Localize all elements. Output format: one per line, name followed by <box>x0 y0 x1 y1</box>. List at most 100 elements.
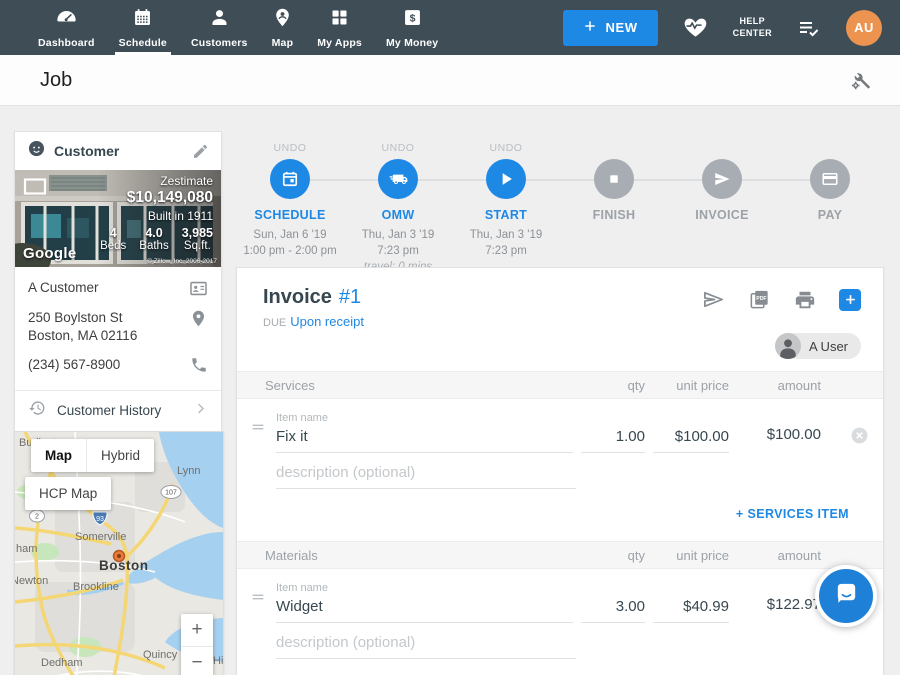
job-tools-icon[interactable] <box>849 69 872 92</box>
nav-label: Map <box>272 37 294 49</box>
pay-step-button[interactable] <box>810 159 850 199</box>
drag-handle-icon[interactable] <box>250 419 276 453</box>
price-column-header: unit price <box>653 378 729 393</box>
customer-card-title: Customer <box>54 143 184 159</box>
plus-icon <box>583 19 597 36</box>
assigned-user-chip[interactable]: A User <box>775 333 861 359</box>
assignee-avatar-icon <box>775 333 801 359</box>
undo-link[interactable]: UNDO <box>274 142 307 154</box>
job-location-pin[interactable] <box>114 551 125 562</box>
nav-label: My Apps <box>317 37 362 49</box>
material-qty-input[interactable] <box>581 595 645 623</box>
invoice-step-button[interactable] <box>702 159 742 199</box>
customer-name: A Customer <box>28 279 189 297</box>
timeline-step-pay: PAY <box>776 142 884 275</box>
svg-text:PDF: PDF <box>756 296 766 302</box>
step-label: SCHEDULE <box>254 208 325 222</box>
send-invoice-icon[interactable] <box>702 288 725 311</box>
timeline-step-finish: FINISH <box>560 142 668 275</box>
service-description-input[interactable] <box>276 461 576 489</box>
chat-bubble-icon <box>833 580 860 612</box>
history-icon <box>28 399 46 422</box>
page-title: Job <box>40 69 72 92</box>
hcp-map-button[interactable]: HCP Map <box>25 477 111 510</box>
invoice-due: DUEUpon receipt <box>263 314 861 329</box>
chat-launcher-button[interactable] <box>815 565 877 627</box>
edit-pencil-icon[interactable] <box>192 143 209 160</box>
customer-phone-row: (234) 567-8900 <box>28 356 208 374</box>
property-photo[interactable]: Zestimate $10,149,080 Built in 1911 4Bed… <box>15 170 221 267</box>
service-qty-input[interactable] <box>581 425 645 453</box>
customers-icon <box>209 7 230 33</box>
pdf-icon[interactable]: PDF <box>748 288 771 311</box>
nav-items: Dashboard Schedule Customers Map My Apps… <box>0 0 450 55</box>
nav-item-my-money[interactable]: $ My Money <box>374 0 450 55</box>
material-unit-price-input[interactable] <box>653 595 729 623</box>
zestimate-overlay: Zestimate $10,149,080 Built in 1911 4Bed… <box>100 174 213 252</box>
nav-item-schedule[interactable]: Schedule <box>107 0 179 55</box>
invoice-number[interactable]: #1 <box>339 286 361 309</box>
map-type-map-button[interactable]: Map <box>31 439 86 472</box>
zoom-out-button[interactable]: − <box>181 646 213 675</box>
property-stats: 4Beds 4.0Baths 3,985Sq.ft. <box>100 226 213 252</box>
nav-item-map[interactable]: Map <box>260 0 306 55</box>
step-label: INVOICE <box>695 208 749 222</box>
new-button[interactable]: NEW <box>563 10 657 46</box>
contact-card-icon[interactable] <box>189 279 208 298</box>
map-label-quincy: Quincy <box>143 649 178 661</box>
qty-column-header: qty <box>581 548 645 563</box>
material-description-input[interactable] <box>276 631 576 659</box>
baths-label: Baths <box>139 240 168 252</box>
finish-step-button[interactable] <box>594 159 634 199</box>
add-services-item-link[interactable]: + SERVICES ITEM <box>736 507 849 521</box>
nav-item-dashboard[interactable]: Dashboard <box>26 0 107 55</box>
omw-step-button[interactable] <box>378 159 418 199</box>
start-step-button[interactable] <box>486 159 526 199</box>
item-name-label: Item name <box>276 582 573 594</box>
customer-phone: (234) 567-8900 <box>28 356 190 374</box>
remove-item-icon[interactable] <box>850 426 869 445</box>
top-navbar: Dashboard Schedule Customers Map My Apps… <box>0 0 900 55</box>
service-unit-price-input[interactable] <box>653 425 729 453</box>
nav-item-my-apps[interactable]: My Apps <box>305 0 374 55</box>
map-label-somerville: Somerville <box>75 531 126 543</box>
add-invoice-item-button[interactable] <box>839 289 861 311</box>
materials-section-header: Materials qty unit price amount <box>237 541 883 569</box>
undo-link[interactable]: UNDO <box>490 142 523 154</box>
print-icon[interactable] <box>794 289 816 311</box>
map-label-lynn: Lynn <box>177 465 200 477</box>
nav-label: Schedule <box>119 37 167 49</box>
dashboard-icon <box>56 7 77 33</box>
invoice-header: Invoice #1 PDF DUEUpon receipt A User <box>237 268 883 371</box>
map-type-hybrid-button[interactable]: Hybrid <box>86 439 154 472</box>
step-dates: Sun, Jan 6 '191:00 pm - 2:00 pm <box>243 227 336 259</box>
step-dates: Thu, Jan 3 '197:23 pm <box>470 227 543 259</box>
checklist-icon[interactable] <box>797 16 821 40</box>
undo-link[interactable]: UNDO <box>382 142 415 154</box>
customer-name-row: A Customer <box>28 279 208 298</box>
user-avatar[interactable]: AU <box>846 10 882 46</box>
route-badge-107: 107 <box>165 490 177 497</box>
phone-icon[interactable] <box>190 356 208 374</box>
help-center-link[interactable]: HELP CENTER <box>733 16 772 39</box>
service-item-row: Item name $100.00 <box>237 399 883 453</box>
material-item-name-input[interactable] <box>276 595 573 623</box>
schedule-icon <box>132 7 153 33</box>
due-value-link[interactable]: Upon receipt <box>290 314 364 329</box>
streetview-frame-icon[interactable] <box>23 177 47 201</box>
zestimate-label: Zestimate <box>100 174 213 188</box>
sqft-value: 3,985 <box>182 226 213 240</box>
material-amount: $122.97 <box>737 596 821 623</box>
nav-label: My Money <box>386 37 438 49</box>
schedule-step-button[interactable] <box>270 159 310 199</box>
zoom-in-button[interactable]: + <box>181 614 213 646</box>
drag-handle-icon[interactable] <box>250 589 276 623</box>
customer-history-row[interactable]: Customer History <box>15 391 221 431</box>
nav-item-customers[interactable]: Customers <box>179 0 260 55</box>
map-zoom-control: + − <box>181 614 213 675</box>
customer-face-icon <box>27 139 46 163</box>
health-heart-icon[interactable] <box>683 15 708 40</box>
location-pin-icon[interactable] <box>189 309 208 328</box>
service-item-name-input[interactable] <box>276 425 573 453</box>
material-item-row: Item name $122.97 <box>237 569 883 623</box>
